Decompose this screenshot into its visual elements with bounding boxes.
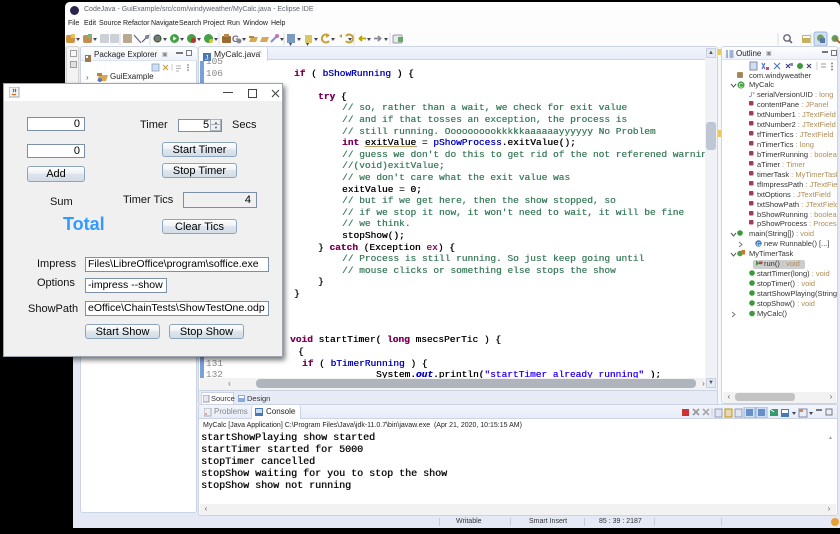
svg-text:G: G xyxy=(757,242,761,247)
svg-text:F: F xyxy=(753,92,755,96)
svg-text:C: C xyxy=(739,84,744,90)
svg-text:c: c xyxy=(754,310,756,314)
